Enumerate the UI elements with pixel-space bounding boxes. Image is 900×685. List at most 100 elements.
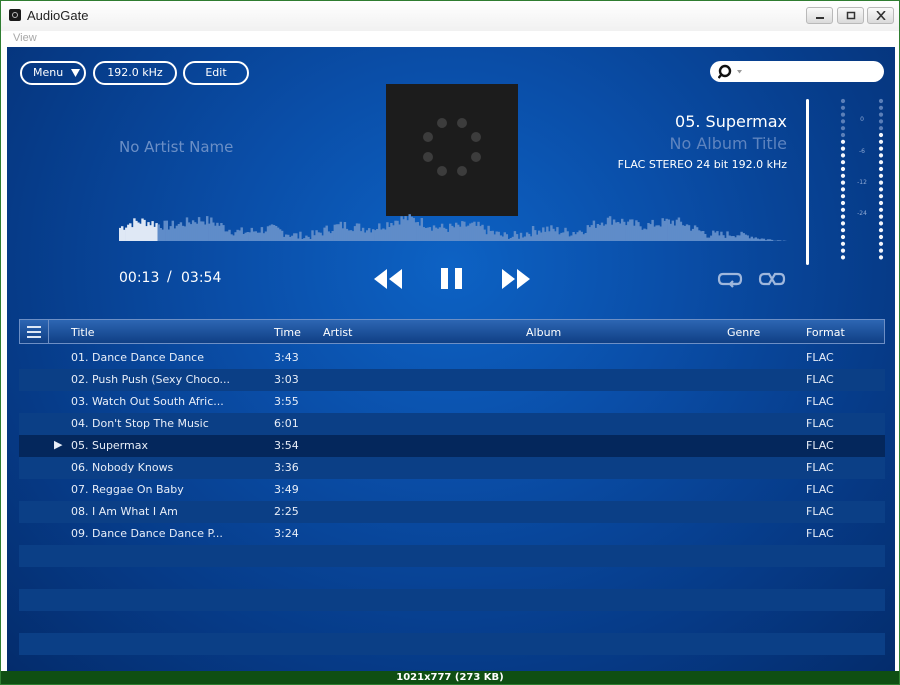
meter-dot bbox=[840, 160, 846, 165]
waveform-seekbar[interactable] bbox=[119, 209, 787, 241]
title-bar: AudioGate bbox=[1, 1, 899, 31]
sample-rate-button[interactable]: 192.0 kHz bbox=[93, 61, 177, 85]
table-row[interactable]: 06. Nobody Knows 3:36 FLAC bbox=[19, 457, 885, 479]
meter-dot bbox=[878, 214, 884, 219]
fast-forward-icon bbox=[502, 269, 530, 289]
cell-time: 3:49 bbox=[274, 483, 299, 496]
edit-button[interactable]: Edit bbox=[183, 61, 249, 85]
meter-dot bbox=[840, 207, 846, 212]
meter-dot bbox=[878, 207, 884, 212]
table-row[interactable]: 02. Push Push (Sexy Choco... 3:03 FLAC bbox=[19, 369, 885, 391]
cell-title: 08. I Am What I Am bbox=[71, 505, 178, 518]
meter-dot bbox=[840, 214, 846, 219]
meter-dot bbox=[840, 146, 846, 151]
table-row[interactable]: 03. Watch Out South Afric... 3:55 FLAC bbox=[19, 391, 885, 413]
artist-name: No Artist Name bbox=[119, 138, 234, 156]
meter-dot bbox=[840, 221, 846, 226]
cell-time: 3:24 bbox=[274, 527, 299, 540]
search-box[interactable] bbox=[710, 61, 884, 82]
meter-scale-label: -6 bbox=[859, 148, 865, 155]
meter-dot bbox=[840, 200, 846, 206]
shuffle-button[interactable] bbox=[758, 271, 786, 289]
time-separator: / bbox=[167, 269, 172, 285]
cell-time: 3:03 bbox=[274, 373, 299, 386]
column-menu-button[interactable] bbox=[20, 320, 49, 343]
loading-dot bbox=[437, 166, 447, 176]
track-title: 05. Supermax bbox=[675, 112, 787, 131]
minimize-icon bbox=[815, 17, 824, 19]
loading-dot bbox=[423, 152, 433, 162]
cell-time: 3:54 bbox=[274, 439, 299, 452]
close-button[interactable] bbox=[867, 7, 894, 24]
column-time[interactable]: Time bbox=[274, 326, 301, 339]
column-title[interactable]: Title bbox=[71, 326, 95, 339]
format-info: FLAC STEREO 24 bit 192.0 kHz bbox=[617, 158, 787, 171]
meter-dot bbox=[878, 187, 884, 192]
cell-format: FLAC bbox=[806, 373, 834, 386]
meter-dot bbox=[878, 146, 884, 151]
meter-dot bbox=[840, 126, 846, 131]
repeat-button[interactable] bbox=[717, 271, 743, 289]
meter-dot bbox=[840, 194, 846, 199]
triangle-down-icon bbox=[71, 69, 80, 77]
rewind-button[interactable] bbox=[373, 265, 403, 293]
meter-dot bbox=[878, 228, 884, 233]
volume-bar[interactable] bbox=[806, 99, 809, 265]
loading-dot bbox=[471, 152, 481, 162]
meter-dot bbox=[840, 119, 846, 124]
meter-dot bbox=[840, 132, 846, 138]
cell-format: FLAC bbox=[806, 351, 834, 364]
pause-button[interactable] bbox=[439, 265, 465, 293]
column-artist[interactable]: Artist bbox=[323, 326, 352, 339]
search-icon bbox=[718, 64, 742, 79]
meter-dot bbox=[878, 255, 884, 260]
app-icon bbox=[9, 9, 21, 21]
playlist-header: Title Time Artist Album Genre Format bbox=[19, 319, 885, 344]
meter-dot bbox=[840, 241, 846, 246]
maximize-icon bbox=[846, 11, 855, 20]
meter-scale-label: -24 bbox=[857, 210, 867, 217]
level-meter: 0 -6 -12 -24 bbox=[840, 98, 884, 260]
window-title: AudioGate bbox=[27, 8, 89, 23]
meter-dot bbox=[878, 173, 884, 178]
empty-row bbox=[19, 633, 885, 655]
meter-dot bbox=[878, 200, 884, 206]
album-title: No Album Title bbox=[669, 134, 788, 153]
player-panel: Menu 192.0 kHz Edit No Artist Name 05. S… bbox=[7, 47, 895, 671]
menu-view[interactable]: View bbox=[13, 32, 37, 44]
table-row[interactable]: 08. I Am What I Am 2:25 FLAC bbox=[19, 501, 885, 523]
pause-icon bbox=[441, 268, 462, 289]
meter-dot bbox=[878, 105, 884, 110]
cell-format: FLAC bbox=[806, 461, 834, 474]
fast-forward-button[interactable] bbox=[501, 265, 531, 293]
album-art bbox=[386, 84, 518, 216]
column-genre[interactable]: Genre bbox=[727, 326, 760, 339]
status-bar: 1021x777 (273 KB) bbox=[1, 671, 899, 684]
meter-dot bbox=[840, 98, 846, 104]
meter-dot bbox=[840, 180, 846, 185]
empty-row bbox=[19, 567, 885, 589]
meter-dot bbox=[840, 187, 846, 192]
meter-dot bbox=[878, 98, 884, 104]
playing-indicator-icon: ▶ bbox=[54, 438, 63, 451]
column-album[interactable]: Album bbox=[526, 326, 561, 339]
cell-format: FLAC bbox=[806, 395, 834, 408]
meter-dot bbox=[878, 166, 884, 172]
meter-scale-label: -12 bbox=[857, 179, 867, 186]
table-row[interactable]: 07. Reggae On Baby 3:49 FLAC bbox=[19, 479, 885, 501]
minimize-button[interactable] bbox=[806, 7, 833, 24]
cell-time: 3:43 bbox=[274, 351, 299, 364]
hamburger-icon bbox=[27, 331, 41, 333]
column-format[interactable]: Format bbox=[806, 326, 845, 339]
table-row[interactable]: ▶ 05. Supermax 3:54 FLAC bbox=[19, 435, 885, 457]
search-input[interactable] bbox=[744, 63, 878, 81]
table-row[interactable]: 04. Don't Stop The Music 6:01 FLAC bbox=[19, 413, 885, 435]
cell-format: FLAC bbox=[806, 527, 834, 540]
table-row[interactable]: 01. Dance Dance Dance 3:43 FLAC bbox=[19, 347, 885, 369]
loading-dot bbox=[471, 132, 481, 142]
maximize-button[interactable] bbox=[837, 7, 864, 24]
table-row[interactable]: 09. Dance Dance Dance P... 3:24 FLAC bbox=[19, 523, 885, 545]
elapsed-time: 00:13 bbox=[119, 270, 160, 286]
empty-row bbox=[19, 611, 885, 633]
menu-button[interactable]: Menu bbox=[20, 61, 86, 85]
